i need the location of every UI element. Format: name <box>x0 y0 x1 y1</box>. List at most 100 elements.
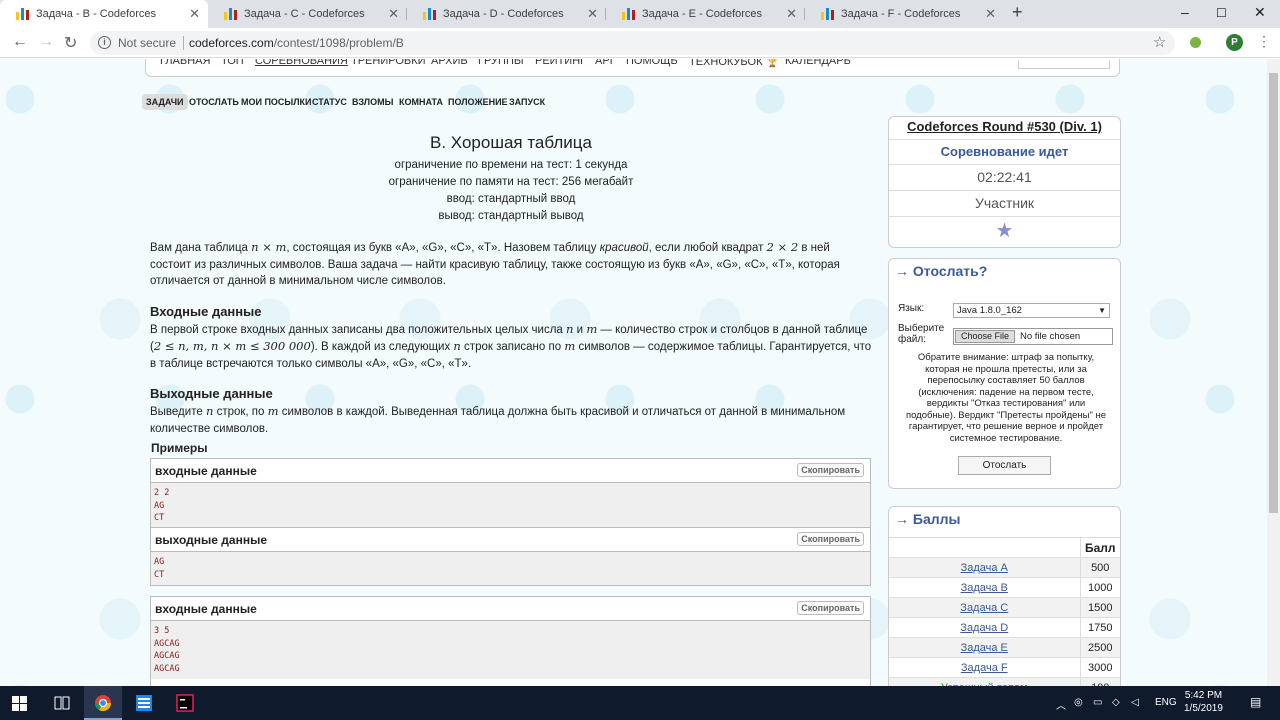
problem-statement: B. Хорошая таблица ограничение по времен… <box>150 129 872 437</box>
table-row: Задача E 2500 <box>889 637 1120 658</box>
problem-link[interactable]: Задача D <box>960 622 1008 634</box>
intellij-taskbar-icon[interactable] <box>166 686 204 720</box>
tray-app-icon[interactable]: ◎ <box>1074 697 1083 708</box>
language-indicator[interactable]: ENG <box>1155 697 1177 708</box>
volume-icon[interactable]: ◁ <box>1131 697 1139 708</box>
bookmark-star-icon[interactable]: ☆ <box>1153 33 1166 51</box>
copy-button[interactable]: Скопировать <box>797 532 864 546</box>
choose-file-button[interactable]: Choose File <box>955 330 1016 343</box>
menu-item-gym[interactable]: ТРЕНИРОВКИ <box>351 59 426 67</box>
submit-button[interactable]: Отослать <box>958 456 1051 475</box>
menu-item-groups[interactable]: ГРУППЫ <box>478 59 524 67</box>
sample-output-text[interactable]: AG CT <box>151 552 870 585</box>
info-icon[interactable]: i <box>98 36 111 49</box>
round-title[interactable]: Codeforces Round #530 (Div. 1) <box>889 117 1120 140</box>
submenu-problems[interactable]: ЗАДАЧИ <box>142 94 188 110</box>
search-input[interactable] <box>1018 60 1110 69</box>
menu-item-archive[interactable]: АРХИВ <box>431 59 468 67</box>
sample-input-text[interactable]: 3 5 AGCAG AGCAG AGCAG <box>151 621 870 679</box>
battery-icon[interactable]: ▭ <box>1093 697 1102 708</box>
problem-link[interactable]: Задача B <box>961 582 1008 594</box>
forward-arrow-icon[interactable]: → <box>38 33 54 51</box>
maximize-icon[interactable]: ☐ <box>1216 6 1227 20</box>
submenu-room[interactable]: КОМНАТА <box>399 97 443 107</box>
reload-icon[interactable]: ↻ <box>64 33 77 53</box>
tab-title: Задача - E - Codeforces <box>642 8 763 20</box>
profile-avatar[interactable]: P <box>1226 34 1243 51</box>
menu-item-top[interactable]: ТОП <box>221 59 244 67</box>
submenu-status[interactable]: СТАТУС <box>312 97 347 107</box>
menu-item-technocup[interactable]: ТЕХНОКУБОК 🏆 <box>689 59 779 68</box>
memory-limit: ограничение по памяти на тест: 256 мегаб… <box>388 176 634 188</box>
menu-item-api[interactable]: API <box>595 59 613 67</box>
security-label[interactable]: Not secure <box>118 36 176 50</box>
problem-link[interactable]: Задача E <box>961 642 1008 654</box>
close-tab-icon[interactable]: ✕ <box>388 0 399 28</box>
menu-item-help[interactable]: ПОМОЩЬ <box>626 59 678 67</box>
browser-tab-c[interactable]: Задача - C - Codeforces ✕ <box>208 0 407 28</box>
browser-tab-f[interactable]: Задача - F - Codeforces ✕ <box>805 0 1004 28</box>
input-file: ввод: стандартный ввод <box>446 193 576 205</box>
tab-title: Задача - D - Codeforces <box>443 8 564 20</box>
language-select[interactable]: Java 1.8.0_162 ▼ <box>953 303 1110 318</box>
menu-item-contests[interactable]: СОРЕВНОВАНИЯ <box>255 59 348 67</box>
submenu-my-submissions[interactable]: МОИ ПОСЫЛКИ <box>241 97 312 107</box>
tray-chevron-icon[interactable]: ︿ <box>1056 697 1066 712</box>
taskbar-clock[interactable]: 5:42 PM 1/5/2019 <box>1184 689 1223 715</box>
copy-button[interactable]: Скопировать <box>797 463 864 477</box>
close-tab-icon[interactable]: ✕ <box>189 0 200 28</box>
hack-points: 100 <box>1080 677 1120 686</box>
extension-icon[interactable] <box>1190 37 1201 48</box>
omnibox[interactable]: i Not secure codeforces.com/contest/1098… <box>90 31 1175 55</box>
url-text[interactable]: codeforces.com/contest/1098/problem/B <box>189 36 404 50</box>
browser-tab-e[interactable]: Задача - E - Codeforces ✕ <box>606 0 805 28</box>
table-row: Задача A 500 <box>889 557 1120 578</box>
favorite-star-icon[interactable]: ★ <box>889 217 1120 247</box>
file-status: No file chosen <box>1020 331 1081 342</box>
scores-title: → Баллы <box>895 511 961 527</box>
output-spec-text: Выведите n строк, по m символов в каждой… <box>150 404 846 435</box>
sample-input-2: входные данные Скопировать 3 5 AGCAG AGCA… <box>150 596 871 686</box>
copy-button[interactable]: Скопировать <box>797 601 864 615</box>
menu-item-calendar[interactable]: КАЛЕНДАРЬ <box>785 59 851 67</box>
address-bar: ← → ↻ i Not secure codeforces.com/contes… <box>0 28 1280 58</box>
problem-title: B. Хорошая таблица <box>430 133 592 152</box>
windows-start-icon[interactable] <box>0 686 40 720</box>
app-taskbar-icon[interactable] <box>125 686 163 720</box>
minimize-icon[interactable]: – <box>1181 4 1189 20</box>
sample-input-1: входные данные Скопировать 2 2 AG CT <box>150 458 871 530</box>
notification-icon[interactable]: ▤ <box>1250 695 1261 709</box>
close-tab-icon[interactable]: ✕ <box>587 0 598 28</box>
page-scrollbar[interactable] <box>1267 59 1280 686</box>
main-menu: ГЛАВНАЯ ТОП СОРЕВНОВАНИЯ ТРЕНИРОВКИ АРХИ… <box>145 59 1120 77</box>
legend-text: Вам дана таблица n × m, состоящая из бук… <box>150 240 840 287</box>
scroll-thumb[interactable] <box>1269 73 1278 513</box>
menu-item-home[interactable]: ГЛАВНАЯ <box>160 59 210 67</box>
browser-tab-d[interactable]: Задача - D - Codeforces ✕ <box>407 0 606 28</box>
problem-points: 3000 <box>1080 657 1120 678</box>
close-tab-icon[interactable]: ✕ <box>786 0 797 28</box>
problem-link[interactable]: Задача A <box>961 562 1008 574</box>
submenu-run[interactable]: ЗАПУСК <box>509 97 545 107</box>
problem-link[interactable]: Задача C <box>960 602 1008 614</box>
submenu-hacks[interactable]: ВЗЛОМЫ <box>352 97 393 107</box>
language-label: Язык: <box>898 303 925 314</box>
back-arrow-icon[interactable]: ← <box>12 33 28 51</box>
task-view-icon[interactable] <box>43 686 81 720</box>
problem-link[interactable]: Задача F <box>961 662 1008 674</box>
chrome-menu-icon[interactable]: ⋮ <box>1257 33 1271 50</box>
input-spec-text: В первой строке входных данных записаны … <box>150 321 872 370</box>
contest-timer: 02:22:41 <box>889 165 1120 191</box>
file-input[interactable]: Choose File No file chosen <box>953 328 1113 345</box>
new-tab-plus-icon[interactable]: + <box>1012 2 1023 23</box>
browser-tab-b[interactable]: Задача - B - Codeforces ✕ <box>0 0 208 28</box>
close-tab-icon[interactable]: ✕ <box>985 0 996 28</box>
sample-input-text[interactable]: 2 2 AG CT <box>151 483 870 529</box>
window-close-icon[interactable]: ✕ <box>1254 4 1266 21</box>
submenu-standings[interactable]: ПОЛОЖЕНИЕ <box>448 97 508 107</box>
menu-item-rating[interactable]: РЕЙТИНГ <box>535 59 586 67</box>
chrome-taskbar-icon[interactable] <box>84 686 122 720</box>
network-icon[interactable]: ◇ <box>1112 697 1120 708</box>
submenu-submit[interactable]: ОТОСЛАТЬ <box>189 97 239 107</box>
input-spec-title: Входные данные <box>150 303 262 319</box>
